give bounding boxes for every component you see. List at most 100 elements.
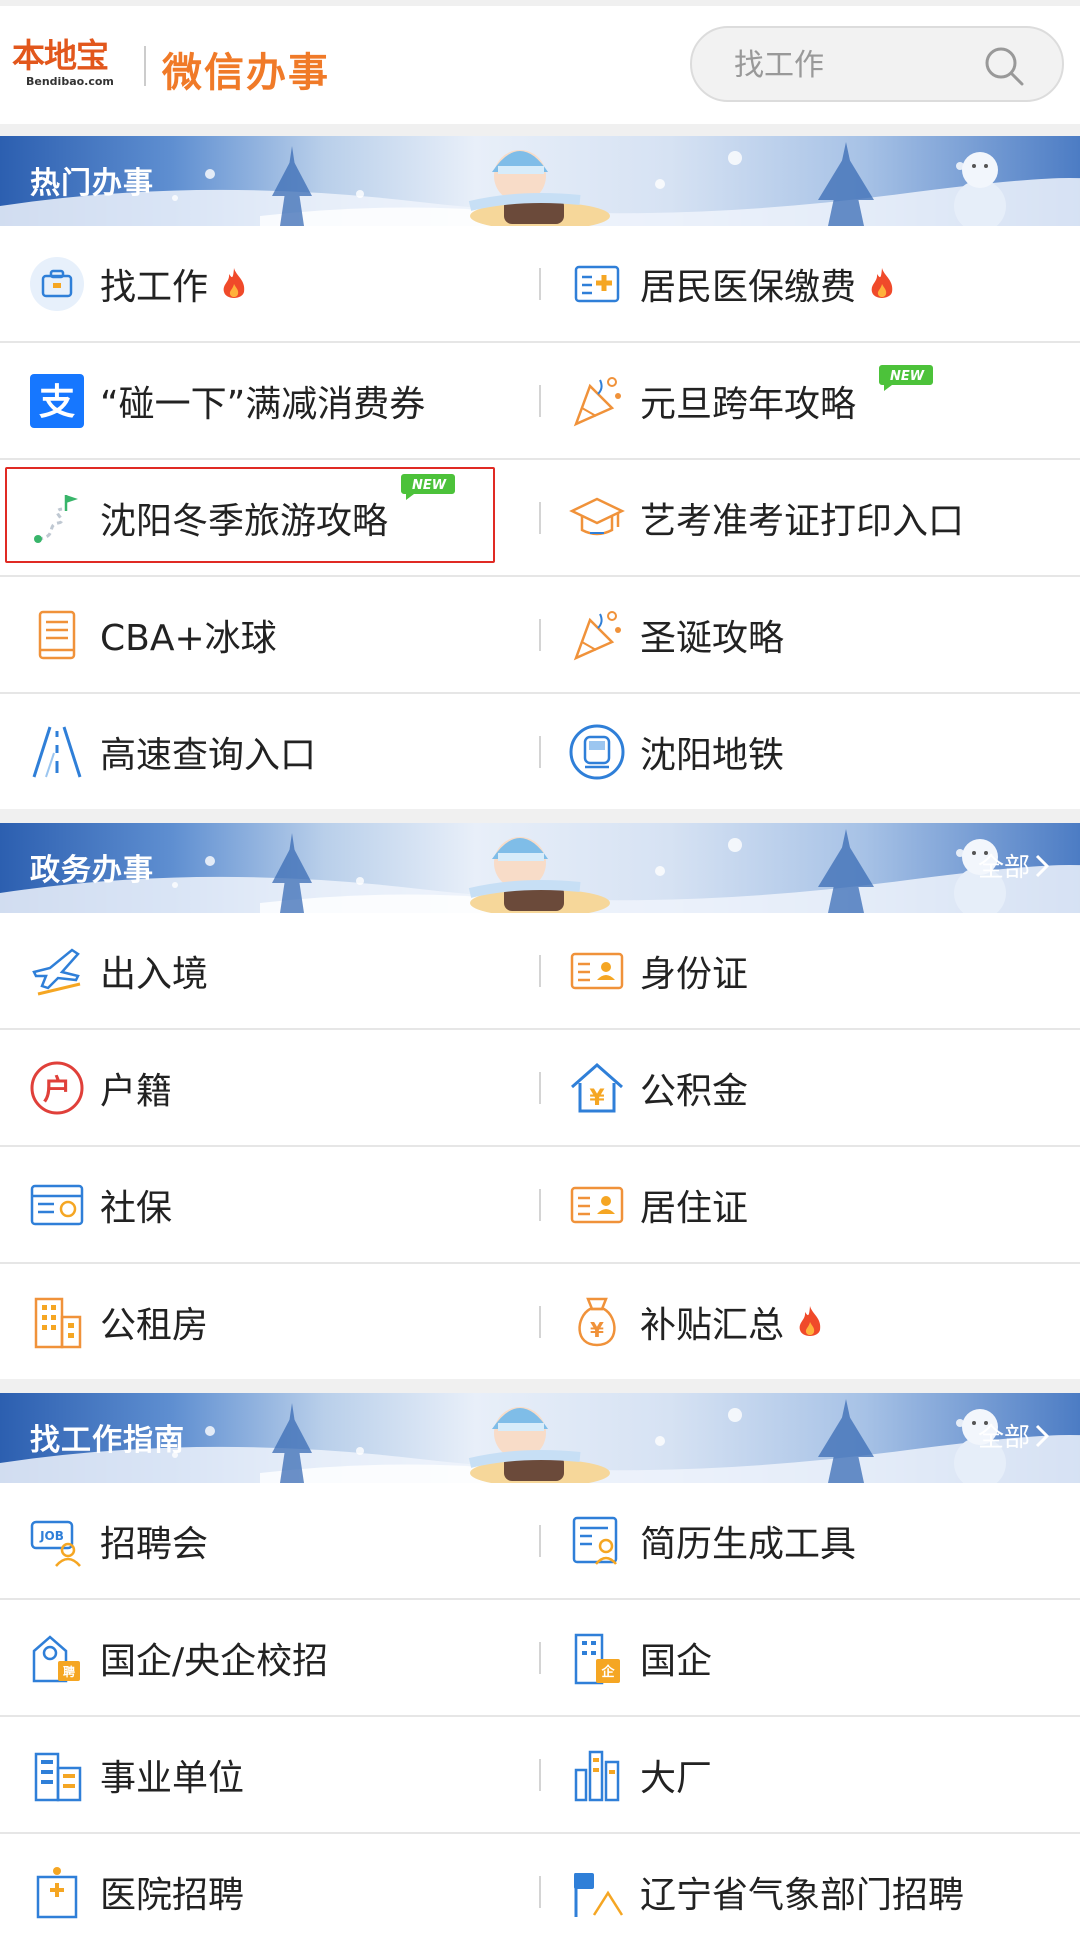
party-popper-icon [573,376,621,426]
service-label: 居民医保缴费 [640,266,857,308]
svg-text:户: 户 [43,1073,71,1106]
service-item-hospital-recruitment[interactable]: 医院招聘 [0,1834,540,1949]
new-badge: NEW [879,365,933,391]
view-all-gov[interactable]: 全部 [978,847,1050,884]
svg-text:¥: ¥ [590,1318,604,1342]
bendibao-logo[interactable]: 本地宝 Bendibao.com [12,36,124,92]
service-label: 国企 [640,1640,713,1682]
airplane-icon [32,947,81,995]
service-item-id-card[interactable]: 身份证 [540,913,1080,1028]
service-row: 支 “碰一下”满减消费券 元旦跨年攻略 NEW [0,343,1080,460]
view-all-label: 全部 [977,853,1030,883]
winter-banner-illustration [0,136,1080,226]
service-item-shenyang-metro[interactable]: 沈阳地铁 [540,694,1080,809]
hospital-icon [36,1866,78,1918]
service-label: 简历生成工具 [640,1523,857,1565]
service-item-public-rental-housing[interactable]: 公租房 [0,1264,540,1379]
service-label: “碰一下”满减消费券 [100,383,426,425]
service-item-winter-travel-guide[interactable]: 沈阳冬季旅游攻略 NEW [0,460,540,575]
service-item-medical-insurance[interactable]: 居民医保缴费 [540,226,1080,341]
service-item-art-exam-ticket[interactable]: 艺考准考证打印入口 [540,460,1080,575]
service-label: 出入境 [100,953,209,995]
service-row: 社保 居住证 [0,1147,1080,1264]
party-popper-icon [573,610,621,660]
service-item-campus-recruitment[interactable]: 聘 国企/央企校招 [0,1600,540,1715]
service-label: 医院招聘 [100,1874,245,1916]
id-card-icon [570,952,624,989]
service-item-job-fair[interactable]: JOB 招聘会 [0,1483,540,1598]
service-item-social-security[interactable]: 社保 [0,1147,540,1262]
service-row: 高速查询入口 沈阳地铁 [0,694,1080,809]
service-item-public-institution[interactable]: 事业单位 [0,1717,540,1832]
service-item-subsidies[interactable]: ¥ 补贴汇总 [540,1264,1080,1379]
service-item-housing-fund[interactable]: ¥ 公积金 [540,1030,1080,1145]
service-label: 身份证 [640,953,749,995]
search-icon[interactable] [982,44,1026,88]
service-item-find-job[interactable]: 找工作 [0,226,540,341]
service-label: 大厂 [640,1757,713,1799]
service-label: 找工作 [100,266,209,308]
section-title-gov: 政务办事 [30,853,154,888]
service-label: 公租房 [100,1304,209,1346]
service-label: 艺考准考证打印入口 [640,500,965,542]
briefcase-icon [30,256,84,311]
service-item-new-year-guide[interactable]: 元旦跨年攻略 NEW [540,343,1080,458]
logo-divider [144,46,146,86]
svg-text:聘: 聘 [63,1664,75,1679]
service-item-state-owned-enterprise[interactable]: 企 国企 [540,1600,1080,1715]
service-item-household-registration[interactable]: 户 户籍 [0,1030,540,1145]
resume-icon [572,1516,618,1565]
view-all-label: 全部 [977,1423,1030,1453]
service-row: 出入境 身份证 [0,913,1080,1030]
header-gap [0,124,1080,136]
service-label: 社保 [100,1187,173,1229]
svg-text:NEW: NEW [412,478,447,493]
service-item-highway-query[interactable]: 高速查询入口 [0,694,540,809]
service-item-residence-permit[interactable]: 居住证 [540,1147,1080,1262]
service-item-alipay-coupon[interactable]: 支 “碰一下”满减消费券 [0,343,540,458]
service-label: 元旦跨年攻略 [640,383,857,425]
campus-recruit-icon: 聘 [32,1634,80,1682]
service-item-exit-entry[interactable]: 出入境 [0,913,540,1028]
service-label: CBA+冰球 [100,617,277,659]
service-item-cba-hockey[interactable]: CBA+冰球 [0,577,540,692]
view-all-jobs[interactable]: 全部 [978,1417,1050,1454]
new-badge: NEW [401,474,455,500]
money-bag-icon: ¥ [578,1297,616,1346]
service-label: 公积金 [640,1070,749,1112]
alipay-icon: 支 [30,373,84,428]
service-label: 辽宁省气象部门招聘 [640,1874,965,1916]
service-row: 医院招聘 辽宁省气象部门招聘 [0,1834,1080,1949]
service-label: 沈阳地铁 [640,734,785,776]
service-label: 国企/央企校招 [100,1640,329,1682]
service-row: 聘 国企/央企校招 企 国企 [0,1600,1080,1717]
winter-banner-illustration [0,823,1080,913]
chevron-right-icon [1035,1424,1050,1447]
service-label: 户籍 [100,1070,173,1112]
household-icon: 户 [30,1061,84,1114]
service-label: 高速查询入口 [100,734,317,776]
route-flag-icon [34,494,78,543]
service-label: 补贴汇总 [640,1304,785,1346]
service-row: 沈阳冬季旅游攻略 NEW 艺考准考证打印入口 [0,460,1080,577]
fire-icon [871,267,893,298]
brand-subtitle: 微信办事 [162,50,330,96]
svg-text:支: 支 [39,382,75,423]
service-item-resume-tool[interactable]: 简历生成工具 [540,1483,1080,1598]
search-box[interactable] [690,26,1064,102]
top-bar: 本地宝 Bendibao.com 微信办事 [0,0,1080,124]
service-item-weather-recruitment[interactable]: 辽宁省气象部门招聘 [540,1834,1080,1949]
service-label: 招聘会 [100,1523,209,1565]
fire-icon [799,1305,821,1336]
social-security-card-icon [30,1184,84,1225]
search-input[interactable] [732,42,976,88]
service-item-christmas-guide[interactable]: 圣诞攻略 [540,577,1080,692]
service-label: 沈阳冬季旅游攻略 [100,500,389,542]
metro-icon [569,724,625,779]
service-row: 找工作 居民医保缴费 [0,226,1080,343]
id-card-icon [570,1186,624,1223]
section-banner-jobs: 找工作指南 全部 [0,1393,1080,1483]
service-row: 事业单位 大厂 [0,1717,1080,1834]
document-icon [38,610,76,659]
service-item-big-tech[interactable]: 大厂 [540,1717,1080,1832]
